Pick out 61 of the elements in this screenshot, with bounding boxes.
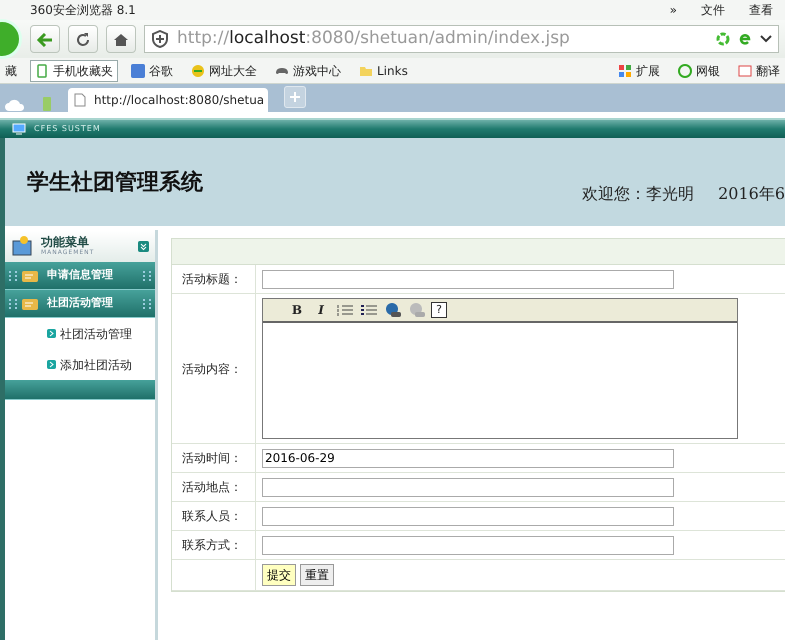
submenu-item[interactable]: 社团活动管理 bbox=[5, 318, 155, 349]
help-button[interactable]: ? bbox=[431, 302, 447, 318]
browser-tab[interactable]: http://localhost:8080/shetua bbox=[68, 88, 268, 112]
grid-icon bbox=[618, 64, 632, 78]
bookmark[interactable]: Links bbox=[354, 60, 413, 82]
menu-item[interactable]: » bbox=[670, 1, 677, 19]
field-label: 活动内容： bbox=[172, 294, 256, 443]
bookmark[interactable]: 游戏中心 bbox=[270, 60, 346, 82]
rich-text-editor[interactable]: B I ? bbox=[262, 298, 738, 439]
field-label: 联系方式： bbox=[172, 531, 256, 559]
text-input[interactable] bbox=[262, 506, 674, 526]
cloud-icon[interactable] bbox=[4, 98, 26, 112]
welcome-text: 欢迎您：李光明 bbox=[582, 183, 694, 205]
bookmark[interactable]: 谷歌 bbox=[126, 60, 178, 82]
menu-section[interactable]: 申请信息管理 bbox=[5, 262, 155, 290]
square-icon bbox=[131, 64, 145, 78]
field-label: 活动标题： bbox=[172, 265, 256, 293]
home-button[interactable] bbox=[106, 25, 136, 53]
system-label: CFES SUSTEM bbox=[34, 123, 101, 135]
refresh-button[interactable] bbox=[68, 25, 98, 53]
menu-title: 功能菜单 bbox=[41, 236, 90, 248]
system-title: 学生社团管理系统 bbox=[27, 168, 203, 196]
italic-button[interactable]: I bbox=[311, 301, 331, 319]
date-text: 2016年6 bbox=[718, 183, 785, 205]
field-label: 联系人员： bbox=[172, 502, 256, 530]
bookmark[interactable]: 手机收藏夹 bbox=[30, 60, 118, 82]
bookmark[interactable]: 扩展 bbox=[613, 60, 665, 82]
collapse-icon[interactable] bbox=[138, 240, 149, 252]
page-icon bbox=[74, 93, 86, 107]
phone-icon bbox=[35, 64, 49, 78]
bookmark[interactable]: 网银 bbox=[673, 60, 725, 82]
monitor-icon bbox=[12, 123, 26, 135]
menu-item[interactable]: 查看 bbox=[749, 1, 773, 19]
circle-icon bbox=[678, 64, 692, 78]
submit-button[interactable]: 提交 bbox=[262, 564, 296, 586]
field-label: 活动时间： bbox=[172, 444, 256, 472]
bookmark[interactable]: 翻译 bbox=[733, 60, 785, 82]
back-button[interactable] bbox=[30, 25, 60, 53]
refresh-icon bbox=[75, 32, 91, 48]
bookmark[interactable]: 藏 bbox=[0, 60, 22, 82]
link-button[interactable] bbox=[383, 301, 403, 319]
text-input[interactable] bbox=[262, 536, 674, 554]
text-input[interactable]: 2016-06-29 bbox=[262, 448, 674, 468]
window-title: 360安全浏览器 8.1 bbox=[30, 2, 136, 19]
card-icon bbox=[21, 268, 39, 282]
bold-button[interactable]: B bbox=[287, 301, 307, 319]
translate-icon bbox=[738, 64, 752, 78]
submenu-item[interactable]: 添加社团活动 bbox=[5, 349, 155, 380]
bullet-icon bbox=[47, 360, 56, 369]
bookmark[interactable]: 网址大全 bbox=[186, 60, 262, 82]
field-label: 活动地点： bbox=[172, 473, 256, 501]
text-input[interactable] bbox=[262, 478, 674, 496]
card-icon bbox=[21, 296, 39, 310]
home-icon bbox=[113, 32, 129, 48]
back-arrow-icon bbox=[37, 32, 53, 47]
menu-item[interactable]: 文件 bbox=[701, 1, 725, 19]
plus-icon bbox=[290, 92, 300, 102]
menu-section[interactable]: 社团活动管理 bbox=[5, 290, 155, 318]
bullet-icon bbox=[47, 329, 56, 338]
reset-button[interactable]: 重置 bbox=[300, 564, 334, 586]
text-input[interactable] bbox=[262, 270, 674, 288]
